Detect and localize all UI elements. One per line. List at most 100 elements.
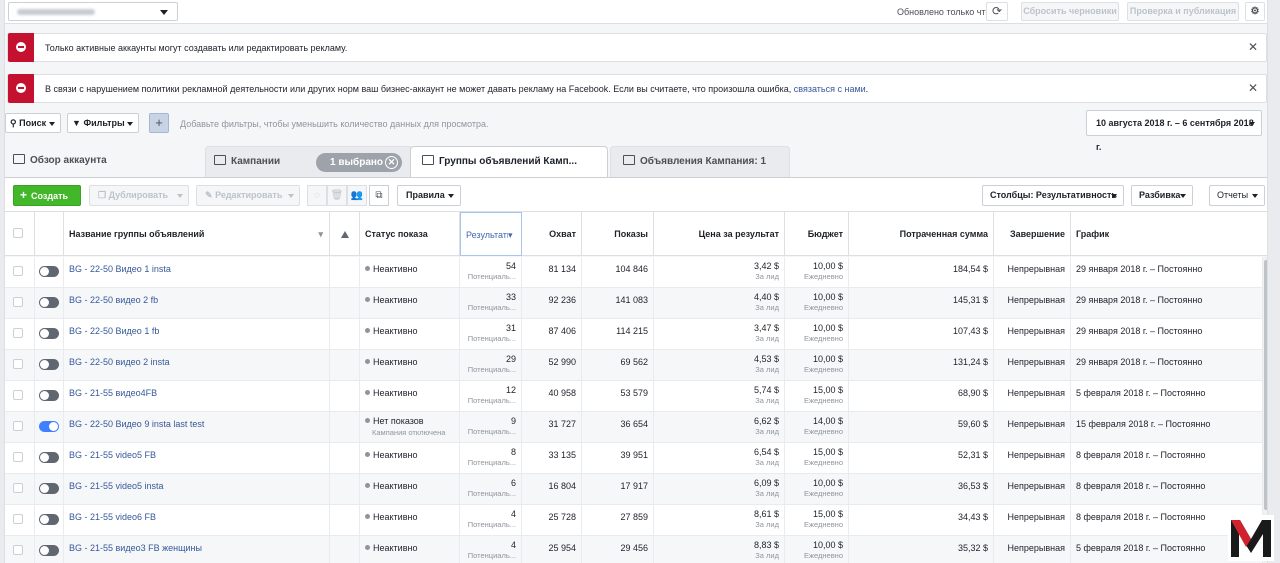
columns-button[interactable]: Столбцы: Результативность [982,185,1124,206]
ad-set-name-link[interactable]: BG - 21-55 video5 FB [69,450,324,460]
alert-policy-violation: В связи с нарушением политики рекламной … [7,74,1267,103]
ad-set-name-link[interactable]: BG - 21-55 видео3 FB женщины [69,543,324,553]
table-row[interactable]: BG - 22-50 Видео 1 insta Неактивно 54 Потен… [5,257,1267,288]
col-budget[interactable]: Бюджет [785,212,849,256]
row-checkbox[interactable] [13,266,23,276]
ad-set-name-link[interactable]: BG - 22-50 видео 2 insta [69,357,324,367]
settings-button[interactable]: ⚙ [1245,2,1265,21]
ad-set-name-link[interactable]: BG - 22-50 видео 2 fb [69,295,324,305]
review-publish-button[interactable]: Проверка и публикация [1127,2,1239,21]
cost-subtext: За лид [755,396,779,405]
cost-value: 3,47 $ [753,323,779,333]
reports-button[interactable]: Отчеты [1209,185,1265,206]
cost-value: 8,83 $ [753,540,779,550]
account-selector[interactable] [8,2,178,21]
ad-set-name-link[interactable]: BG - 22-50 Видео 1 fb [69,326,324,336]
close-icon[interactable]: ✕ [1248,40,1258,54]
cell-toggle [35,474,64,505]
status-dot-icon [365,545,370,550]
ad-set-name-link[interactable]: BG - 21-55 видео4FB [69,388,324,398]
cell-status: Неактивно [360,257,460,288]
col-results[interactable]: Результаты▾ [460,212,522,256]
on-off-toggle[interactable] [39,359,59,370]
row-checkbox[interactable] [13,390,23,400]
clear-selection-icon[interactable]: ✕ [385,156,398,169]
col-reach[interactable]: Охват [522,212,582,256]
delete-button[interactable]: 🗑 [327,185,347,206]
table-row[interactable]: BG - 22-50 Видео 1 fb Неактивно 31 Потенциа… [5,319,1267,350]
create-button[interactable]: + Создать [13,185,81,206]
col-status[interactable]: Статус показа [360,212,460,256]
tab-ads[interactable]: Объявления Кампания: 1 [610,146,790,177]
preview-button[interactable]: ⧉ [369,185,389,206]
on-off-toggle[interactable] [39,297,59,308]
row-checkbox[interactable] [13,297,23,307]
cell-name: BG - 21-55 video5 insta [64,474,330,505]
ad-set-name-link[interactable]: BG - 21-55 video5 insta [69,481,324,491]
contact-us-link[interactable]: связаться с нами [794,84,866,94]
spent-value: 68,90 $ [957,388,988,398]
schedule-value: 8 февраля 2018 г. – Постоянно [1076,481,1206,491]
end-value: Непрерывная [1007,264,1066,274]
row-checkbox[interactable] [13,421,23,431]
row-checkbox[interactable] [13,514,23,524]
ab-test-button[interactable]: ◌ [307,185,327,206]
on-off-toggle[interactable] [39,266,59,277]
row-checkbox[interactable] [13,452,23,462]
table-row[interactable]: BG - 22-50 видео 2 insta Неактивно 29 Потен… [5,350,1267,381]
selected-count-pill[interactable]: 1 выбрано ✕ [316,153,402,172]
col-name[interactable]: Название группы объявлений ▾ [64,212,330,256]
col-impressions[interactable]: Показы [582,212,654,256]
on-off-toggle[interactable] [39,390,59,401]
on-off-toggle[interactable] [39,421,59,432]
audience-button[interactable]: 👥 [347,185,367,206]
table-row[interactable]: BG - 21-55 video5 FB Неактивно 8 Потенциаль… [5,443,1267,474]
tab-campaigns[interactable]: Кампании 1 выбрано ✕ [205,146,413,177]
table-row[interactable]: BG - 22-50 Видео 9 insta last test Нет по… [5,412,1267,443]
col-amount-spent[interactable]: Потраченная сумма [849,212,994,256]
breakdown-button[interactable]: Разбивка [1131,185,1193,206]
row-checkbox[interactable] [13,328,23,338]
table-row[interactable]: BG - 21-55 видео4FB Неактивно 12 Потенциаль… [5,381,1267,412]
on-off-toggle[interactable] [39,514,59,525]
discard-drafts-button[interactable]: Сбросить черновики [1021,2,1119,21]
on-off-toggle[interactable] [39,328,59,339]
on-off-toggle[interactable] [39,483,59,494]
row-checkbox[interactable] [13,545,23,555]
create-label: Создать [31,191,69,201]
cell-spent: 107,43 $ [849,319,994,350]
scrollbar-thumb[interactable] [1264,260,1267,510]
tab-account-overview[interactable]: Обзор аккаунта [5,146,205,177]
on-off-toggle[interactable] [39,452,59,463]
spent-value: 36,53 $ [957,481,988,491]
table-row[interactable]: BG - 22-50 видео 2 fb Неактивно 33 Потенциа… [5,288,1267,319]
col-ends[interactable]: Завершение [994,212,1071,256]
select-all-checkbox[interactable] [13,228,23,238]
filters-button[interactable]: ▼ Фильтры [67,113,139,133]
col-delivery-warnings[interactable] [330,212,360,256]
add-filter-button[interactable]: + [149,113,169,133]
cell-spent: 184,54 $ [849,257,994,288]
date-range-picker[interactable]: 10 августа 2018 г. – 6 сентября 2018 г. [1086,110,1262,152]
close-icon[interactable]: ✕ [1248,81,1258,95]
col-cost-per-result[interactable]: Цена за результат [654,212,785,256]
on-off-toggle[interactable] [39,545,59,556]
table-row[interactable]: BG - 21-55 video6 FB Неактивно 4 Потенциаль… [5,505,1267,536]
ad-set-name-link[interactable]: BG - 21-55 video6 FB [69,512,324,522]
search-button[interactable]: ⚲ Поиск [5,113,61,133]
tab-ad-sets[interactable]: Группы объявлений Камп... [410,146,608,177]
ad-set-name-link[interactable]: BG - 22-50 Видео 9 insta last test [69,419,324,429]
watermark-logo [1228,515,1274,561]
refresh-button[interactable]: ⟳ [986,2,1008,21]
ad-set-name-link[interactable]: BG - 22-50 Видео 1 insta [69,264,324,274]
col-schedule[interactable]: График [1071,212,1263,256]
edit-button[interactable]: ✎ Редактировать [196,185,300,206]
row-checkbox[interactable] [13,483,23,493]
delivery-status: Неактивно [365,481,454,491]
duplicate-button[interactable]: ❐ Дублировать [89,185,189,206]
rules-button[interactable]: Правила [397,185,461,206]
ad-sets-table: Название группы объявлений ▾ Статус показ… [5,211,1267,563]
table-row[interactable]: BG - 21-55 video5 insta Неактивно 6 Потенци… [5,474,1267,505]
row-checkbox[interactable] [13,359,23,369]
table-row[interactable]: BG - 21-55 видео3 FB женщины Неактивно 4 По… [5,536,1267,563]
